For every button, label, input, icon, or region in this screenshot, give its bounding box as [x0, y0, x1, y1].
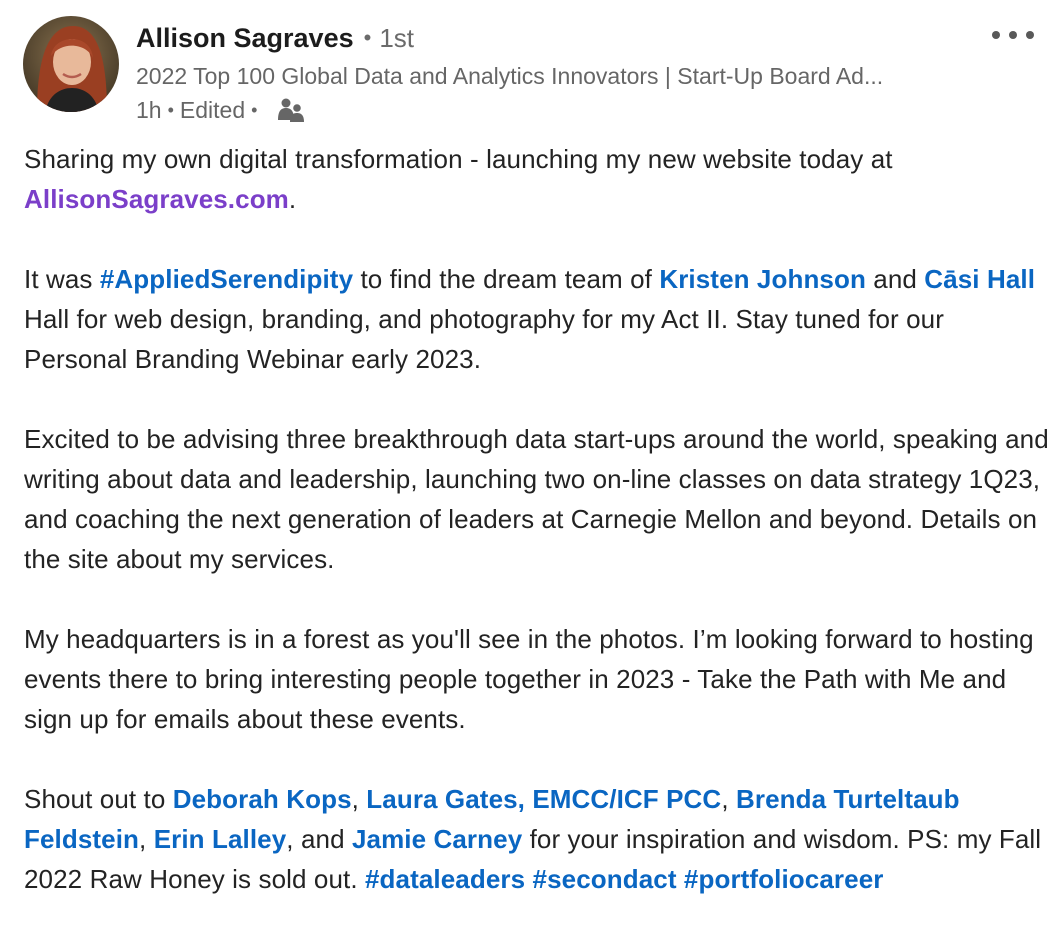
website-link[interactable]: AllisonSagraves.com: [24, 184, 289, 214]
author-avatar[interactable]: [23, 16, 119, 112]
post-time[interactable]: 1h: [136, 97, 162, 124]
hashtag-link[interactable]: #AppliedSerendipity: [100, 264, 353, 294]
text: ,: [721, 784, 736, 814]
mention-link[interactable]: Erin Lalley: [154, 824, 287, 854]
bullet-separator: •: [167, 99, 174, 120]
text: to find the dream team of: [353, 264, 660, 294]
edited-label: Edited: [179, 96, 246, 123]
author-line: Allison Sagraves • 1st: [136, 18, 986, 58]
text: Hall for web design, branding, and photo…: [24, 304, 944, 374]
hashtag-link[interactable]: #secondact: [533, 864, 677, 894]
paragraph-1: Sharing my own digital transformation - …: [24, 139, 1049, 219]
mention-link[interactable]: Kristen Johnson: [659, 264, 866, 294]
paragraph-4: My headquarters is in a forest as you'll…: [24, 624, 1034, 734]
mention-link[interactable]: Cāsi Hall: [924, 264, 1035, 294]
text: ,: [351, 784, 367, 814]
mention-link[interactable]: Laura Gates, EMCC/ICF PCC: [366, 784, 721, 814]
post-timestamp-line: 1h • Edited •: [136, 93, 986, 127]
connection-degree: 1st: [379, 22, 414, 53]
feed-post: Allison Sagraves • 1st 2022 Top 100 Glob…: [0, 0, 1062, 946]
more-dot: [1026, 31, 1034, 39]
bullet-separator: •: [251, 99, 258, 120]
avatar-photo: [23, 16, 119, 112]
more-dot: [992, 31, 1000, 39]
post-body: Sharing my own digital transformation - …: [24, 139, 1049, 899]
hashtag-link[interactable]: #portfoliocareer: [684, 864, 884, 894]
author-name[interactable]: Allison Sagraves: [136, 23, 354, 54]
mention-link[interactable]: Jamie Carney: [352, 824, 522, 854]
paragraph-5: Shout out to Deborah Kops, Laura Gates, …: [24, 779, 1049, 899]
post-header: Allison Sagraves • 1st 2022 Top 100 Glob…: [136, 18, 986, 127]
text: Sharing my own digital transformation - …: [24, 144, 893, 174]
text: .: [288, 184, 297, 214]
text: Shout out to: [24, 784, 173, 814]
text: It was: [24, 264, 100, 294]
text: , and: [286, 824, 352, 854]
text: [677, 864, 684, 894]
more-dot: [1009, 31, 1017, 39]
text: and: [865, 264, 925, 294]
bullet-separator: •: [363, 25, 372, 50]
paragraph-2: It was #AppliedSerendipity to find the d…: [24, 259, 1049, 379]
paragraph-3: Excited to be advising three breakthroug…: [24, 424, 1049, 574]
author-headline[interactable]: 2022 Top 100 Global Data and Analytics I…: [136, 59, 966, 93]
text: [525, 864, 532, 894]
connections-icon: [277, 96, 305, 124]
mention-link[interactable]: Deborah Kops: [173, 784, 352, 814]
hashtag-link[interactable]: #dataleaders: [365, 864, 525, 894]
text: ,: [139, 824, 154, 854]
more-options-icon[interactable]: [992, 28, 1034, 42]
